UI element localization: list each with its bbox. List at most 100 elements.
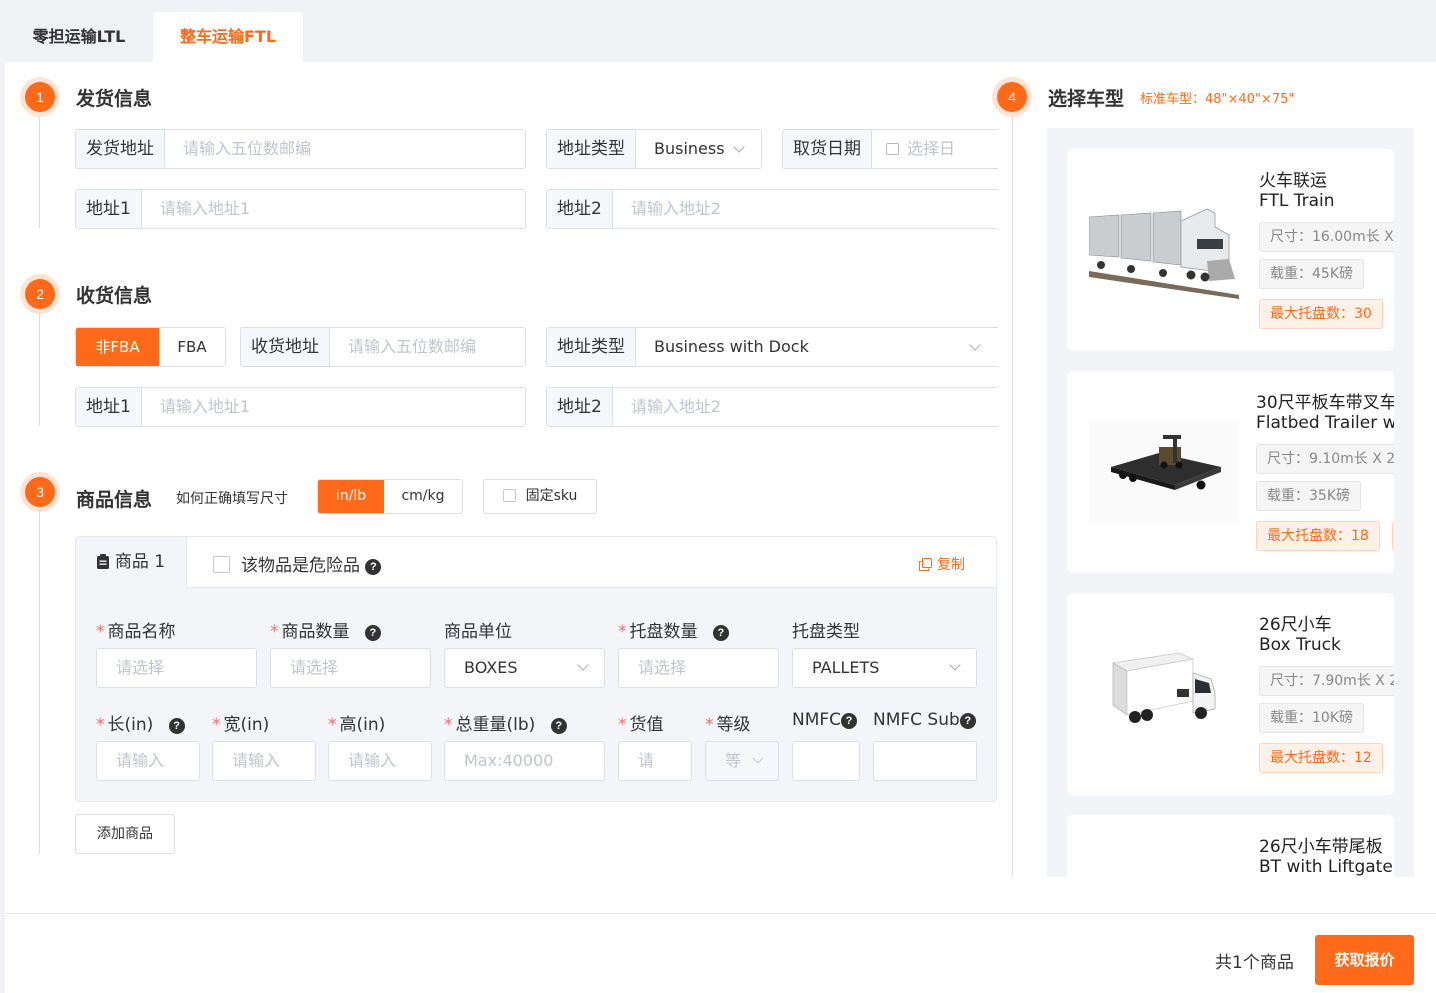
add-product-button[interactable]: 添加商品 — [75, 814, 175, 854]
vehicle-card-train[interactable]: 火车联运 FTL Train 尺寸：16.00m长 X 2.4 载重：45K磅 … — [1067, 149, 1394, 351]
consignee-address2-input[interactable]: 请输入地址2 — [613, 388, 998, 426]
vehicle-card-liftgate[interactable]: 26尺小车带尾板 BT with Liftgate — [1067, 815, 1394, 877]
vehicle-name-cn: 火车联运 — [1259, 171, 1327, 191]
shipper-address-type-label: 地址类型 — [547, 130, 636, 168]
vehicle-pallets-chip: 最大托盘数：18 — [1256, 521, 1380, 551]
clipboard-icon — [96, 554, 109, 569]
fixed-sku-checkbox[interactable]: 固定sku — [483, 479, 597, 514]
nmfc-sub-input[interactable] — [873, 741, 977, 781]
vehicle-card-flatbed[interactable]: 30尺平板车带叉车 Flatbed Trailer with F 尺寸：9.10… — [1067, 371, 1394, 573]
checkbox-icon — [502, 489, 516, 502]
product-name-input[interactable]: 请选择 — [96, 648, 257, 688]
consignee-address1-label: 地址1 — [76, 388, 142, 426]
non-fba-option[interactable]: 非FBA — [76, 328, 159, 366]
fixed-sku-label: 固定sku — [525, 488, 578, 504]
label-length: * 长(in) ? — [96, 710, 185, 735]
shipper-address2-input[interactable]: 请输入地址2 — [613, 190, 998, 228]
pickup-date-input[interactable]: 选择日 — [872, 130, 998, 168]
help-icon: ? — [365, 559, 382, 575]
tab-ltl[interactable]: 零担运输LTL — [5, 12, 153, 62]
vehicle-size-chip: 尺寸：16.00m长 X 2.4 — [1259, 222, 1394, 252]
calendar-icon — [886, 143, 899, 155]
pickup-date-placeholder: 选择日 — [907, 139, 956, 158]
step-3-badge: 3 — [25, 477, 55, 507]
dangerous-goods-checkbox[interactable]: 该物品是危险品 ? — [213, 551, 382, 576]
standard-vehicle-note: 标准车型：48"×40"×75" — [1140, 92, 1295, 107]
shipper-address1-group: 地址1 请输入地址1 — [75, 189, 526, 229]
product-qty-input[interactable]: 请选择 — [270, 648, 431, 688]
consignee-address1-input[interactable]: 请输入地址1 — [142, 388, 525, 426]
tab-ftl[interactable]: 整车运输FTL — [153, 12, 303, 62]
help-icon: ? — [550, 718, 567, 734]
label-product-qty: * 商品数量 ? — [270, 617, 381, 642]
grade-select[interactable]: 等 — [705, 741, 779, 781]
size-help-link[interactable]: 如何正确填写尺寸 — [176, 488, 288, 508]
flatbed-icon — [1089, 423, 1237, 521]
vehicle-size-chip: 尺寸：9.10m长 X 2.50 — [1256, 444, 1394, 474]
consignee-address2-label: 地址2 — [547, 388, 613, 426]
product-card-header: 商品 1 该物品是危险品 ? 复制 — [76, 537, 996, 588]
vehicle-name-en: FTL Train — [1259, 191, 1335, 211]
copy-label: 复制 — [937, 557, 965, 573]
total-weight-input[interactable]: Max:40000 — [444, 741, 605, 781]
get-quote-button[interactable]: 获取报价 — [1315, 935, 1414, 985]
vehicle-name-cn: 26尺小车带尾板 — [1259, 837, 1383, 857]
required-mark: * — [96, 622, 105, 642]
label-cargo-value: * 货值 — [618, 710, 664, 735]
step-connector — [1012, 116, 1013, 877]
required-mark: * — [270, 622, 279, 642]
unit-toggle: in/lb cm/kg — [317, 479, 463, 514]
vehicle-load-chip: 载重：35K磅 — [1256, 481, 1361, 511]
truck-icon — [1111, 652, 1216, 723]
nmfc-input[interactable] — [792, 741, 860, 781]
vehicle-name-en: Box Truck — [1259, 635, 1341, 655]
unit-cm-kg-option[interactable]: cm/kg — [384, 480, 462, 513]
vehicle-card-box-truck[interactable]: 26尺小车 Box Truck 尺寸：7.90m长 X 2.4( 载重：10K磅… — [1067, 593, 1394, 795]
vehicle-extra-chip: 指 — [1392, 521, 1394, 551]
fba-toggle: 非FBA FBA — [75, 327, 226, 367]
shipper-zip-input[interactable]: 请输入五位数邮编 — [165, 130, 525, 168]
shipper-address-type-group: 地址类型 Business — [546, 129, 762, 169]
shipper-address2-group: 地址2 请输入地址2 — [546, 189, 998, 229]
vehicle-load-chip: 载重：45K磅 — [1259, 259, 1364, 289]
app-root: 零担运输LTL 整车运输FTL 1 发货信息 发货地址 请输入五位数邮编 地址类… — [0, 0, 1436, 993]
step-connector — [39, 313, 40, 426]
label-text: 商品名称 — [107, 622, 176, 642]
width-input[interactable]: 请输入 — [212, 741, 316, 781]
consignee-address-type-group: 地址类型 Business with Dock — [546, 327, 998, 367]
shipper-address1-input[interactable]: 请输入地址1 — [142, 190, 525, 228]
train-icon — [1089, 208, 1239, 299]
vehicle-size-chip: 尺寸：7.90m长 X 2.4( — [1259, 666, 1394, 696]
label-text: 等级 — [716, 715, 751, 735]
label-pallet-qty: * 托盘数量 ? — [618, 617, 729, 642]
vehicle-section-title: 选择车型 — [1048, 88, 1125, 110]
consignee-address-type-label: 地址类型 — [547, 328, 636, 366]
height-input[interactable]: 请输入 — [328, 741, 432, 781]
shipper-zip-group: 发货地址 请输入五位数邮编 — [75, 129, 526, 169]
dangerous-goods-label: 该物品是危险品 — [241, 556, 360, 576]
copy-button[interactable]: 复制 — [919, 554, 965, 574]
label-text: 长(in) — [107, 715, 154, 735]
label-nmfc-sub: NMFC Sub? — [873, 710, 976, 730]
consignee-zip-label: 收货地址 — [241, 328, 330, 366]
length-input[interactable]: 请输入 — [96, 741, 200, 781]
consignee-zip-input[interactable]: 请输入五位数邮编 — [330, 328, 525, 366]
label-total-weight: * 总重量(lb) ? — [444, 710, 567, 735]
product-tab-label: 商品 1 — [114, 552, 166, 572]
cargo-value-input[interactable]: 请 — [618, 741, 692, 781]
step-1-badge: 1 — [25, 82, 55, 112]
tab-product-1[interactable]: 商品 1 — [76, 537, 187, 588]
unit-in-lb-option[interactable]: in/lb — [318, 480, 384, 513]
help-icon: ? — [712, 625, 729, 641]
vehicle-name-en: BT with Liftgate — [1259, 857, 1393, 877]
vehicle-load-chip: 载重：10K磅 — [1259, 703, 1364, 733]
required-mark: * — [212, 715, 221, 735]
pallet-type-select[interactable]: PALLETS — [792, 648, 977, 688]
pallet-qty-input[interactable]: 请选择 — [618, 648, 779, 688]
label-text: 总重量(lb) — [455, 715, 536, 735]
fba-option[interactable]: FBA — [159, 328, 225, 366]
vehicle-pallets-chip: 最大托盘数：12 — [1259, 743, 1383, 773]
copy-icon — [919, 558, 932, 571]
step-connector — [39, 511, 40, 854]
consignee-address-type-select[interactable]: Business with Dock — [636, 328, 998, 366]
